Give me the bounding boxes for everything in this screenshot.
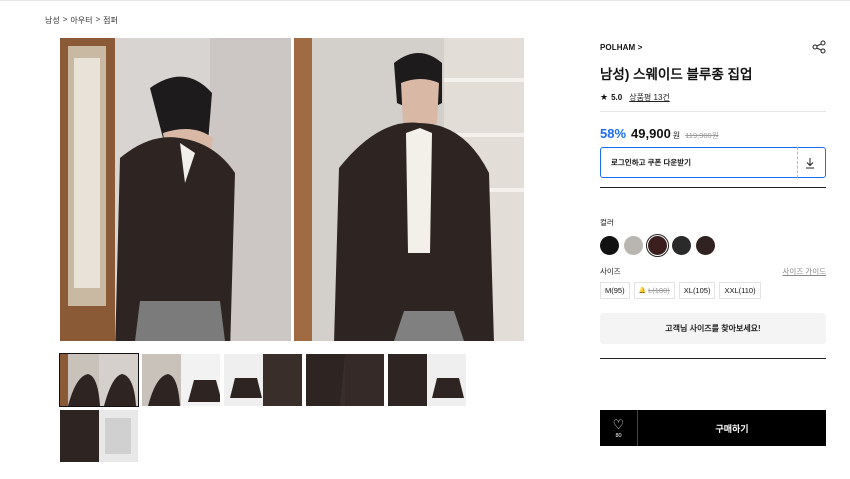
thumbnail-4[interactable] <box>306 354 384 406</box>
color-swatch[interactable] <box>624 236 643 255</box>
breadcrumb-item-jumper[interactable]: 점퍼 <box>103 15 118 26</box>
size-option[interactable]: XXL(110) <box>719 282 761 299</box>
reviews-link[interactable]: 상품평 13건 <box>629 92 670 103</box>
size-option-label: XL(105) <box>683 286 711 295</box>
currency-label: 원 <box>672 131 681 140</box>
coupon-separator <box>797 147 798 178</box>
breadcrumb-separator: > <box>62 15 68 24</box>
size-option[interactable]: M(95) <box>600 282 630 299</box>
divider <box>600 111 826 112</box>
coupon-download-button[interactable]: 로그인하고 쿠폰 다운받기 <box>600 147 826 178</box>
purchase-bar: ♡ 80 구매하기 <box>600 410 826 446</box>
size-option[interactable]: 🔔 L(100) <box>633 282 675 299</box>
bell-icon: 🔔 <box>638 288 647 294</box>
rating-row: ★ 5.0 상품평 13건 <box>600 92 826 103</box>
discount-rate: 58% <box>600 126 627 141</box>
product-image-main-right[interactable] <box>294 38 524 341</box>
size-option-label: XXL(110) <box>724 286 756 295</box>
rating-score: 5.0 <box>611 93 623 102</box>
size-option-label: L(100) <box>648 286 670 295</box>
color-swatch[interactable] <box>646 234 669 257</box>
top-divider <box>0 0 850 1</box>
size-guide-link[interactable]: 사이즈 가이드 <box>783 266 826 277</box>
color-swatch[interactable] <box>600 236 619 255</box>
find-size-button[interactable]: 고객님 사이즈를 찾아보세요! <box>600 313 826 344</box>
color-swatch[interactable] <box>696 236 715 255</box>
star-icon: ★ <box>600 92 609 102</box>
color-swatch[interactable] <box>672 236 691 255</box>
price-row: 58% 49,900 원 119,900원 <box>600 126 826 141</box>
wishlist-button[interactable]: ♡ 80 <box>600 410 638 446</box>
brand-link[interactable]: POLHAM > <box>600 43 642 52</box>
product-image-main-left[interactable] <box>60 38 291 341</box>
thumbnail-5[interactable] <box>388 354 466 406</box>
size-option[interactable]: XL(105) <box>678 282 716 299</box>
product-info-panel: POLHAM > 남성) 스웨이드 블루종 집업 ★ 5.0 상품평 13건 5… <box>600 40 826 359</box>
buy-button[interactable]: 구매하기 <box>638 422 826 435</box>
thumbnail-1[interactable] <box>59 353 139 407</box>
wishlist-count: 80 <box>615 432 622 439</box>
size-label: 사이즈 <box>600 267 621 276</box>
bottom-divider <box>600 358 826 359</box>
thumbnail-2[interactable] <box>142 354 220 406</box>
thumbnail-3[interactable] <box>224 354 302 406</box>
size-option-label: M(95) <box>605 286 625 295</box>
color-label: 컬러 <box>600 218 614 227</box>
coupon-label: 로그인하고 쿠폰 다운받기 <box>611 158 692 167</box>
breadcrumb: 남성 > 아우터 > 점퍼 <box>45 15 118 26</box>
sale-price: 49,900 <box>631 126 671 141</box>
share-icon[interactable] <box>812 40 826 54</box>
breadcrumb-item-men[interactable]: 남성 <box>45 15 60 26</box>
download-icon <box>806 157 814 168</box>
heart-icon: ♡ <box>612 416 625 432</box>
breadcrumb-separator: > <box>95 15 101 24</box>
section-divider <box>600 187 826 188</box>
product-title: 남성) 스웨이드 블루종 집업 <box>600 67 753 82</box>
size-header: 사이즈 사이즈 가이드 <box>600 266 826 277</box>
brand-row: POLHAM > <box>600 40 826 54</box>
color-swatches <box>600 234 826 257</box>
original-price: 119,900원 <box>685 131 719 140</box>
size-options: M(95) 🔔 L(100) XL(105) XXL(110) <box>600 282 826 299</box>
thumbnail-6[interactable] <box>60 410 138 462</box>
breadcrumb-item-outer[interactable]: 아우터 <box>70 15 92 26</box>
